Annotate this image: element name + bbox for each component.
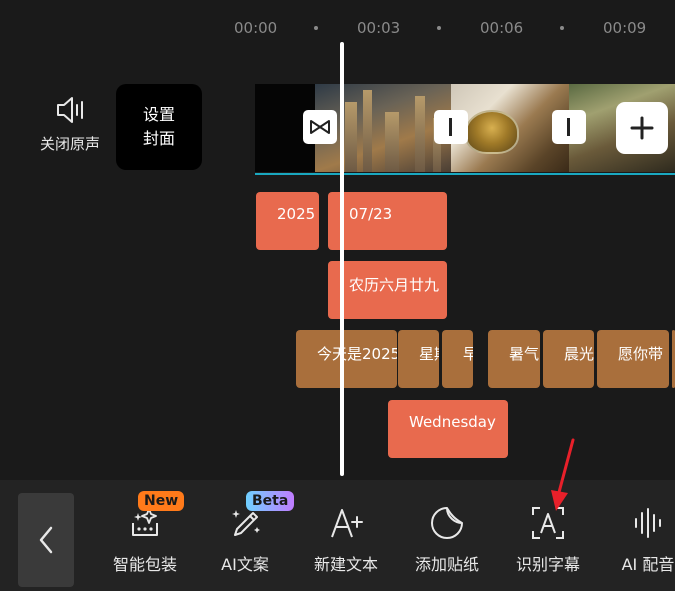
text-clip-label: 07/23 <box>349 205 393 223</box>
text-clip-label: 晨光 <box>564 345 594 363</box>
text-clip-label: 今天是2025 <box>317 345 397 363</box>
tool-label: AI 配音 <box>621 555 675 574</box>
ai-copywriting-button[interactable]: AI文案 <box>195 505 295 575</box>
tea-cup-thumbnail <box>465 110 519 154</box>
text-clip[interactable]: 愿你带 <box>597 330 669 388</box>
text-clip[interactable]: 晨光 <box>543 330 594 388</box>
add-sticker-button[interactable]: 添加贴纸 <box>397 505 497 575</box>
text-clip[interactable]: 今天是2025 <box>296 330 397 388</box>
transition-marker[interactable] <box>434 110 468 144</box>
time-tick: 00:06 <box>480 19 524 37</box>
ai-voice-button[interactable]: AI 配音 <box>598 505 675 575</box>
mute-label: 关闭原声 <box>39 135 100 153</box>
text-clip[interactable]: 星期 <box>398 330 439 388</box>
plus-icon <box>630 116 654 140</box>
time-tick: 00:03 <box>357 19 401 37</box>
new-badge: New <box>138 491 185 511</box>
back-button[interactable] <box>18 493 74 587</box>
transition-bowtie-icon <box>310 120 330 134</box>
text-clip-label: 农历六月廿九 <box>349 276 440 294</box>
text-clip[interactable]: Wednesday <box>388 400 508 458</box>
transition-bar-icon <box>567 118 570 136</box>
time-tick: 00:00 <box>234 19 278 37</box>
set-cover-button[interactable]: 设置 封面 <box>116 84 202 170</box>
cover-label-line2: 封面 <box>142 129 175 148</box>
tool-label: 智能包装 <box>112 555 177 574</box>
add-text-icon <box>331 509 363 538</box>
text-clip[interactable]: 07/23 <box>328 192 447 250</box>
timeline-ruler: 00:00 00:03 00:06 00:09 <box>0 0 675 56</box>
tool-label: AI文案 <box>221 555 269 574</box>
playhead[interactable] <box>340 42 344 476</box>
smart-package-button[interactable]: 智能包装 <box>95 505 195 575</box>
ruler-dot <box>437 26 441 30</box>
text-clip-label: Wednesday <box>409 413 496 431</box>
beta-badge: Beta <box>246 491 295 511</box>
transition-marker[interactable] <box>552 110 586 144</box>
text-clip-label: 2025 <box>277 205 316 223</box>
tool-label: 新建文本 <box>313 555 378 574</box>
track-underline <box>255 173 675 175</box>
tool-label: 添加贴纸 <box>414 555 479 574</box>
time-tick: 00:09 <box>603 19 647 37</box>
add-clip-button[interactable] <box>616 102 668 154</box>
new-text-button[interactable]: 新建文本 <box>296 505 396 575</box>
recognize-caption-icon <box>532 507 564 539</box>
ruler-dot <box>314 26 318 30</box>
transition-marker[interactable] <box>303 110 337 144</box>
text-clip-label: 星期 <box>419 345 439 363</box>
speaker-icon <box>57 97 83 123</box>
cover-label-line1: 设置 <box>142 105 175 124</box>
text-clip[interactable]: 早 <box>442 330 473 388</box>
text-clip[interactable]: 农历六月廿九 <box>328 261 447 319</box>
text-clip[interactable]: 暑气 <box>488 330 540 388</box>
transition-bar-icon <box>449 118 452 136</box>
tool-label: 识别字幕 <box>515 555 580 574</box>
sticker-icon <box>431 507 463 539</box>
ruler-dot <box>560 26 564 30</box>
chevron-left-icon <box>39 526 53 554</box>
text-clip-label: 愿你带 <box>618 345 664 363</box>
ai-voice-icon <box>635 508 661 538</box>
text-clip[interactable]: 2025 <box>256 192 319 250</box>
recognize-captions-button[interactable]: 识别字幕 <box>498 505 598 575</box>
mute-original-audio-button[interactable]: 关闭原声 <box>30 95 110 154</box>
text-clip-label: 暑气 <box>509 345 540 363</box>
text-clip-label: 早 <box>463 345 473 363</box>
